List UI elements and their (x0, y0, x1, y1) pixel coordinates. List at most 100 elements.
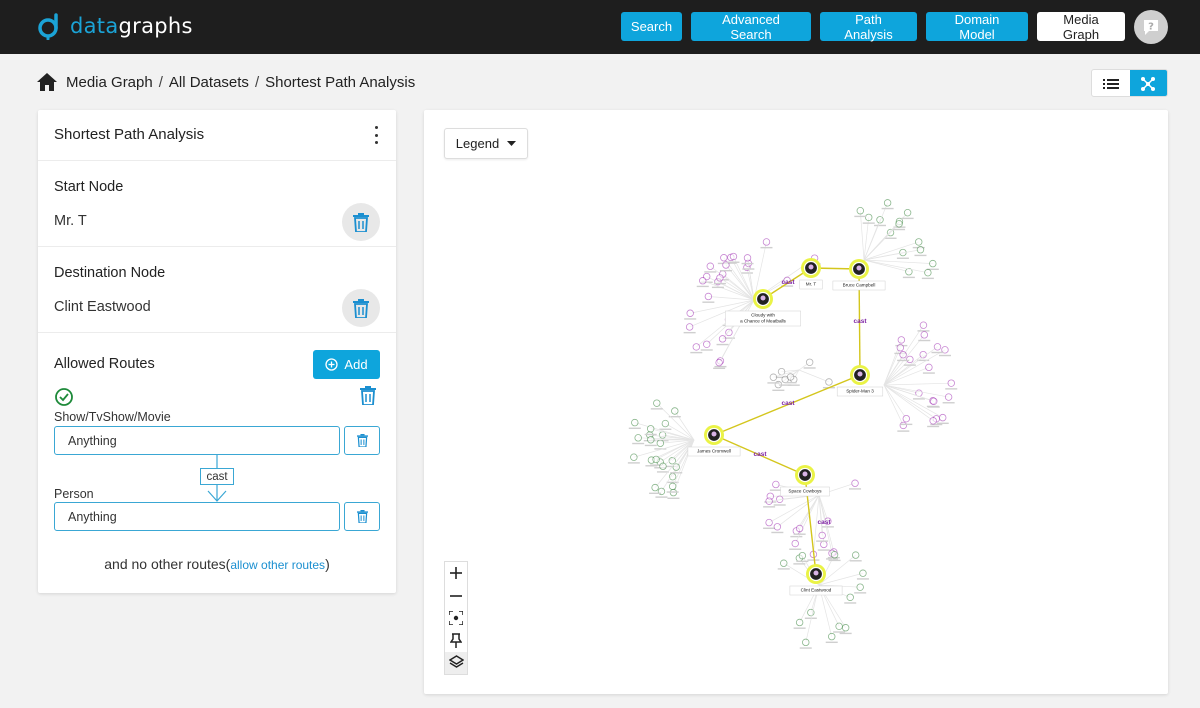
graph-node-caption (844, 602, 857, 604)
layers-button[interactable] (445, 651, 467, 675)
legend-dropdown[interactable]: Legend (444, 128, 528, 159)
graph-node (769, 373, 778, 381)
pin-button[interactable] (445, 629, 467, 651)
graph-node-caption (912, 398, 925, 400)
zoom-in-icon (450, 567, 462, 580)
path-node-label: a Chance of Meatballs (740, 319, 786, 324)
graph-node (856, 583, 864, 591)
path-node-label: Clint Eastwood (801, 588, 832, 593)
logo-icon (38, 13, 58, 40)
graph-node (915, 238, 923, 246)
graph-node (718, 335, 727, 343)
zoom-out-button[interactable] (445, 584, 467, 606)
fit-view-button[interactable] (445, 607, 467, 629)
destination-node-label: Destination Node (54, 265, 166, 281)
graph-view-button[interactable] (1129, 70, 1167, 96)
graph-node-caption (627, 462, 640, 464)
fit-view-icon (449, 611, 463, 626)
route-to-delete-button[interactable] (344, 502, 380, 531)
route-to-input[interactable]: Anything (54, 502, 340, 531)
zoom-in-button[interactable] (445, 562, 467, 584)
graph-node-caption (696, 285, 709, 288)
graph-node-caption (821, 526, 834, 528)
graph-node-caption (803, 367, 816, 369)
breadcrumb: Media Graph / All Datasets / Shortest Pa… (36, 70, 415, 94)
divider (38, 332, 396, 333)
graph-node (651, 483, 659, 492)
graph-node (659, 462, 667, 470)
graph-node (716, 274, 724, 282)
breadcrumb-current: Shortest Path Analysis (265, 73, 416, 91)
graph-node-caption (896, 257, 909, 259)
network-graph[interactable]: cast cast cast cast cast Mr. T Bruce Campbell C… (424, 110, 1168, 694)
graph-node-caption (711, 286, 724, 289)
breadcrumb-media-graph[interactable]: Media Graph (66, 74, 153, 91)
path-analysis-button[interactable]: Path Analysis (820, 12, 917, 42)
graph-node-caption (644, 444, 657, 447)
media-graph-button[interactable]: Media Graph (1037, 12, 1125, 42)
graph-node (791, 539, 799, 548)
graph-node (668, 482, 677, 491)
graph-node (897, 336, 906, 344)
path-edge-label: cast (817, 519, 831, 526)
graph-node-caption (684, 318, 697, 320)
legend-label: Legend (455, 136, 500, 151)
graph-node-caption (760, 246, 773, 249)
graph-node (729, 252, 738, 261)
route-from-delete-button[interactable] (344, 426, 380, 455)
path-edge-label: cast (781, 400, 795, 407)
graph-node-caption (796, 560, 809, 563)
help-icon: ? (1144, 20, 1158, 35)
path-node-label: Bruce Campbell (843, 283, 876, 288)
home-icon[interactable] (36, 72, 58, 92)
remove-route-button[interactable] (360, 386, 376, 405)
graph-node-caption (914, 254, 927, 257)
graph-node (856, 207, 865, 215)
start-node-label: Start Node (54, 179, 124, 195)
footer-prefix: and no other routes( (104, 556, 231, 572)
path-node-avatar (711, 431, 717, 437)
graph-node-caption (816, 540, 829, 542)
add-route-button[interactable]: Add (313, 350, 380, 379)
routes-footer-note: and no other routes(allow other routes) (38, 556, 396, 572)
graph-node-caption (659, 428, 672, 430)
graph-node-caption (793, 563, 806, 565)
graph-node (903, 208, 912, 217)
graph-node-caption (777, 568, 790, 570)
help-button[interactable]: ? (1134, 10, 1168, 44)
graph-node (720, 254, 728, 262)
path-node-label: Mr. T (806, 282, 817, 287)
graph-node (920, 331, 928, 339)
panel-title: Shortest Path Analysis (54, 126, 205, 143)
graph-node-caption (927, 425, 940, 428)
path-node-avatar (856, 265, 862, 271)
graph-node (899, 351, 907, 359)
advanced-search-button[interactable]: Advanced Search (691, 12, 811, 42)
graph-node-caption (854, 592, 867, 594)
list-view-button[interactable] (1092, 70, 1130, 96)
remove-destination-node-button[interactable] (342, 289, 380, 327)
graph-node-caption (873, 224, 886, 227)
route-from-input[interactable]: Anything (54, 426, 340, 455)
graph-node-caption (900, 423, 913, 426)
logo[interactable]: datagraphs (36, 10, 193, 42)
graph-node-caption (704, 271, 717, 273)
allow-other-routes-link[interactable]: allow other routes (230, 558, 325, 572)
graph-node-caption (849, 488, 862, 490)
remove-start-node-button[interactable] (342, 203, 380, 241)
domain-model-button[interactable]: Domain Model (926, 12, 1028, 42)
graph-node (902, 414, 910, 423)
graph-node (652, 455, 660, 464)
graph-node-caption (897, 430, 910, 432)
graph-node (835, 622, 843, 631)
graph-node-caption (921, 277, 934, 280)
graph-edge (708, 296, 755, 301)
graph-node-caption (771, 531, 784, 534)
graph-edge (883, 349, 946, 386)
graph-node (865, 213, 873, 222)
more-vert-icon[interactable] (368, 126, 384, 144)
graph-node-caption (931, 351, 944, 354)
breadcrumb-all-datasets[interactable]: All Datasets (169, 74, 249, 91)
search-button[interactable]: Search (621, 12, 682, 41)
graph-node-caption (942, 402, 955, 404)
